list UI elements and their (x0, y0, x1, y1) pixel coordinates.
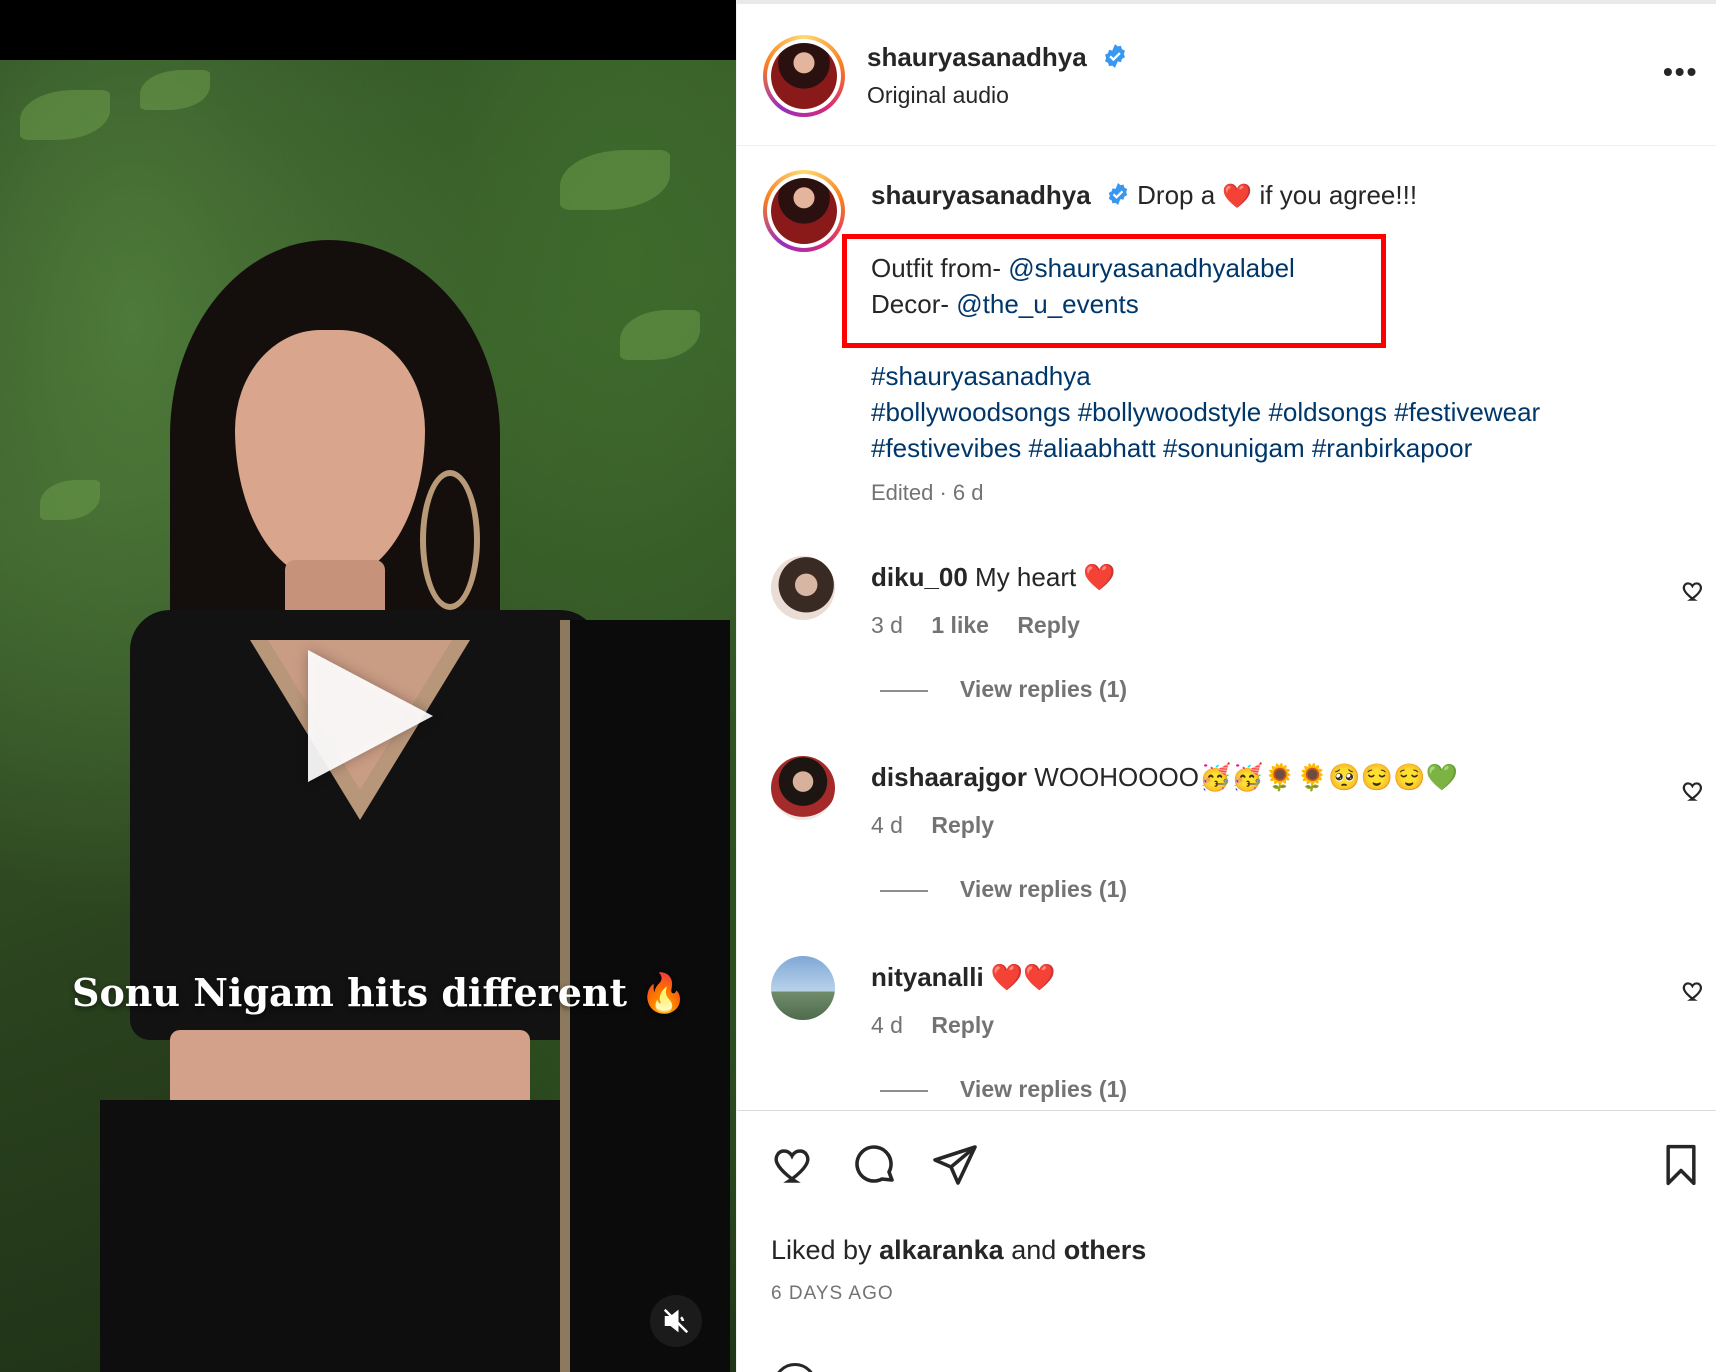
comment-heart-icon[interactable] (1681, 578, 1707, 609)
hashtags-line-3[interactable]: #festivevibes #aliaabhatt #sonunigam #ra… (871, 430, 1472, 466)
comment-item: dishaarajgor WOOHOOOO🥳🥳🌻🌻🥺😌😌💚 4 d Reply … (737, 756, 1716, 946)
play-icon[interactable] (308, 650, 433, 782)
author-avatar[interactable] (763, 35, 845, 117)
view-replies-button[interactable]: View replies (1) (880, 1076, 1127, 1103)
comment-reply-button[interactable]: Reply (1017, 612, 1080, 638)
more-options-icon[interactable]: ••• (1663, 56, 1698, 88)
caption-meta: Edited · 6 d (871, 480, 984, 505)
avatar-image (771, 43, 837, 109)
comment-username[interactable]: nityanalli (871, 962, 984, 992)
author-username-text[interactable]: shauryasanadhya (867, 42, 1087, 72)
like-heart-icon[interactable] (771, 1141, 819, 1194)
comment-username[interactable]: diku_00 (871, 562, 968, 592)
caption-username[interactable]: shauryasanadhya (871, 180, 1091, 210)
liked-by-others-link[interactable]: others (1064, 1235, 1147, 1265)
comment-heart-icon[interactable] (1681, 778, 1707, 809)
view-replies-dash (880, 689, 928, 692)
video-player[interactable]: Sonu Nigam hits different 🔥 (0, 0, 736, 1372)
background-leaf (40, 480, 100, 520)
comment-avatar[interactable] (771, 556, 835, 620)
comment-meta: 4 d Reply (871, 812, 1016, 839)
comment-likes[interactable]: 1 like (931, 612, 989, 638)
view-replies-button[interactable]: View replies (1) (880, 676, 1127, 703)
author-username[interactable]: shauryasanadhya (867, 42, 1128, 76)
liked-by-prefix: Liked by (771, 1235, 880, 1265)
background-leaf (20, 90, 110, 140)
comment-meta: 4 d Reply (871, 1012, 1016, 1039)
outfit-mention-link[interactable]: @shauryasanadhyalabel (1008, 253, 1295, 283)
post-date: 6 DAYS AGO (771, 1283, 894, 1304)
background-leaf (140, 70, 210, 110)
person-earring (420, 470, 480, 610)
comment-icon[interactable] (851, 1141, 899, 1194)
post-header: shauryasanadhya Original audio ••• (737, 0, 1716, 146)
comment-item: diku_00 My heart ❤️ 3 d 1 like Reply Vie… (737, 556, 1716, 746)
share-icon[interactable] (931, 1141, 979, 1194)
view-replies-button[interactable]: View replies (1) (880, 876, 1127, 903)
comment-reply-button[interactable]: Reply (931, 812, 994, 838)
comment-time: 3 d (871, 612, 903, 638)
background-leaf (620, 310, 700, 360)
post-side-panel: shauryasanadhya Original audio ••• shaur… (736, 0, 1716, 1372)
comment-body: WOOHOOOO🥳🥳🌻🌻🥺😌😌💚 (1027, 762, 1458, 792)
comment-heart-icon[interactable] (1681, 978, 1707, 1009)
comment-username[interactable]: dishaarajgor (871, 762, 1027, 792)
caption-first-line: shauryasanadhya Drop a ❤️ if you agree!!… (871, 180, 1417, 213)
liked-by-mid: and (1003, 1235, 1064, 1265)
heart-emoji: ❤️ (1222, 183, 1253, 210)
caption-decor-line: Decor- @the_u_events (871, 286, 1139, 322)
caption-text-after: if you agree!!! (1252, 180, 1418, 210)
avatar-image (771, 178, 837, 244)
comment-text: nityanalli ❤️❤️ (871, 962, 1056, 993)
view-replies-label[interactable]: View replies (1) (960, 876, 1127, 902)
liked-by-text: Liked by alkaranka and others (771, 1235, 1146, 1266)
comment-avatar[interactable] (771, 956, 835, 1020)
comment-time: 4 d (871, 1012, 903, 1038)
bookmark-icon[interactable] (1659, 1141, 1703, 1194)
decor-label: Decor- (871, 289, 957, 319)
view-replies-label[interactable]: View replies (1) (960, 676, 1127, 702)
audio-label[interactable]: Original audio (867, 82, 1009, 109)
caption-outfit-line: Outfit from- @shauryasanadhyalabel (871, 250, 1295, 286)
liked-by-user-link[interactable]: alkaranka (879, 1235, 1004, 1265)
view-replies-label[interactable]: View replies (1) (960, 1076, 1127, 1102)
comment-time: 4 d (871, 812, 903, 838)
comment-body: My heart ❤️ (967, 562, 1116, 592)
outfit-label: Outfit from- (871, 253, 1009, 283)
hashtags-line-1[interactable]: #shauryasanadhya (871, 358, 1091, 394)
video-overlay-caption: Sonu Nigam hits different 🔥 (72, 970, 688, 1015)
caption-author-avatar[interactable] (763, 170, 845, 252)
view-replies-dash (880, 889, 928, 892)
comment-text: diku_00 My heart ❤️ (871, 562, 1116, 593)
caption-text-before: Drop a (1137, 180, 1223, 210)
decor-mention-link[interactable]: @the_u_events (956, 289, 1139, 319)
comment-avatar[interactable] (771, 756, 835, 820)
mute-icon[interactable] (650, 1295, 702, 1347)
comment-body: ❤️❤️ (983, 962, 1056, 992)
hashtags-line-2[interactable]: #bollywoodsongs #bollywoodstyle #oldsong… (871, 394, 1540, 430)
verified-icon (1106, 182, 1130, 213)
person-midriff (170, 1030, 530, 1110)
comment-meta: 3 d 1 like Reply (871, 612, 1102, 639)
post-actions-bar: Liked by alkaranka and others 6 DAYS AGO (737, 1110, 1716, 1372)
view-replies-dash (880, 1089, 928, 1092)
add-comment-emoji-icon[interactable] (773, 1363, 817, 1372)
background-leaf (560, 150, 670, 210)
comment-reply-button[interactable]: Reply (931, 1012, 994, 1038)
comment-text: dishaarajgor WOOHOOOO🥳🥳🌻🌻🥺😌😌💚 (871, 762, 1458, 793)
video-topbar (0, 0, 736, 60)
verified-icon (1102, 43, 1128, 76)
